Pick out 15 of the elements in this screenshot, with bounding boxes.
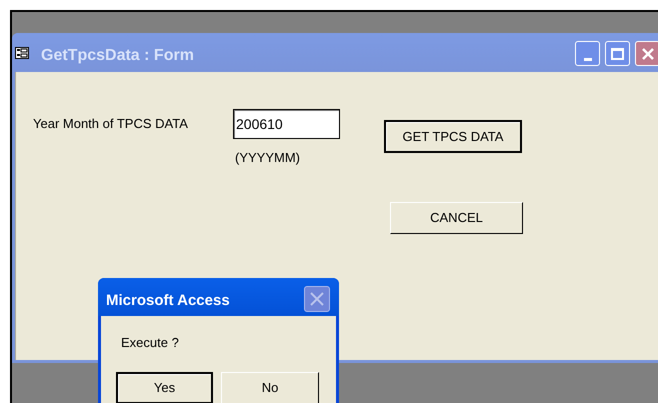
get-data-button[interactable]: GET TPCS DATA bbox=[384, 120, 522, 153]
input-field[interactable]: 200610 bbox=[233, 109, 340, 139]
form-icon bbox=[15, 47, 29, 59]
minimize-button[interactable] bbox=[575, 41, 600, 66]
maximize-button[interactable] bbox=[605, 41, 630, 66]
cancel-button[interactable]: CANCEL bbox=[390, 202, 523, 234]
format-hint: (YYYYMM) bbox=[235, 149, 300, 167]
dialog-title: Microsoft Access bbox=[106, 291, 230, 311]
field-label: Year Month of TPCS DATA bbox=[33, 115, 188, 133]
yes-button[interactable]: Yes bbox=[116, 372, 213, 403]
no-button[interactable]: No bbox=[221, 372, 319, 403]
close-icon bbox=[640, 46, 654, 60]
close-icon bbox=[309, 291, 325, 307]
window-title: GetTpcsData : Form bbox=[41, 46, 194, 66]
dialog-message: Execute ? bbox=[121, 334, 179, 352]
